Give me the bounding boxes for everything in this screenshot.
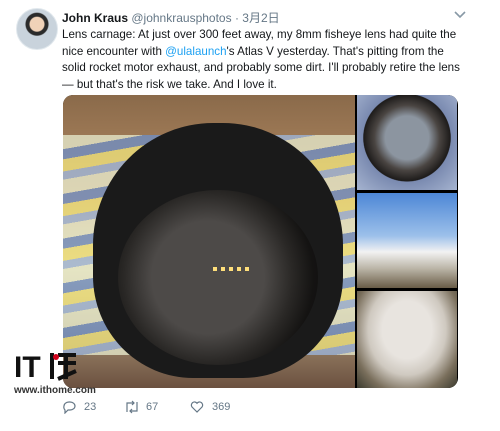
retweet-icon bbox=[124, 400, 138, 414]
watermark-url: www.ithome.com bbox=[14, 385, 96, 396]
display-name[interactable]: John Kraus bbox=[62, 11, 128, 25]
media-photo-thumb[interactable] bbox=[357, 193, 457, 288]
chevron-down-icon[interactable] bbox=[454, 8, 466, 22]
reply-button[interactable]: 23 bbox=[62, 400, 97, 415]
tweet-text: Lens carnage: At just over 300 feet away… bbox=[62, 27, 460, 93]
media-photo-thumb[interactable] bbox=[357, 291, 457, 388]
tweet-card[interactable]: John Kraus @johnkrausphotos · 3月2日 Lens … bbox=[0, 0, 500, 431]
like-button[interactable]: 369 bbox=[190, 400, 230, 414]
svg-text:IT: IT bbox=[14, 351, 41, 383]
lens-reflection bbox=[213, 267, 253, 271]
reply-count: 23 bbox=[84, 401, 97, 413]
media-photo-main[interactable] bbox=[63, 95, 355, 388]
tweet-date[interactable]: 3月2日 bbox=[242, 11, 279, 25]
heart-icon bbox=[190, 400, 204, 414]
user-handle[interactable]: @johnkrausphotos bbox=[131, 11, 231, 25]
retweet-button[interactable]: 67 bbox=[124, 400, 158, 414]
like-count: 369 bbox=[212, 401, 231, 413]
lens-glass-shape bbox=[118, 190, 318, 365]
reply-icon bbox=[62, 400, 76, 415]
retweet-count: 67 bbox=[146, 401, 159, 413]
header-separator: · bbox=[234, 11, 239, 25]
mention-link[interactable]: @ulalaunch bbox=[165, 45, 226, 58]
media-photo-thumb[interactable] bbox=[357, 95, 457, 190]
watermark-logo: IT bbox=[14, 349, 80, 388]
media-grid bbox=[63, 95, 458, 388]
tweet-header: John Kraus @johnkrausphotos · 3月2日 bbox=[62, 9, 280, 26]
avatar[interactable] bbox=[16, 8, 58, 50]
